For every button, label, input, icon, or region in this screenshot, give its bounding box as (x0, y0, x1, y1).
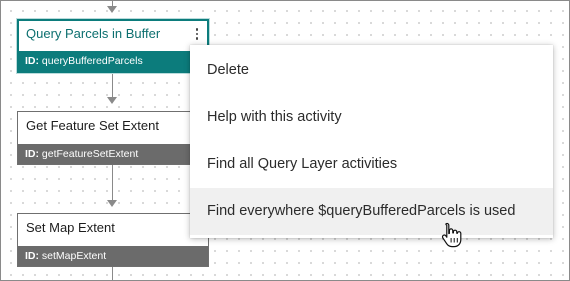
activity-id-value: queryBufferedParcels (41, 55, 143, 67)
activity-title: Get Feature Set Extent (26, 118, 159, 133)
activity-id-value: getFeatureSetExtent (41, 148, 139, 160)
connector-arrow-1-2 (107, 97, 117, 104)
activity-card-query-parcels[interactable]: Query Parcels in Buffer ID: queryBuffere… (17, 19, 209, 73)
connector-bottom (112, 267, 113, 280)
activity-id-label: ID: (25, 148, 42, 160)
activity-title: Query Parcels in Buffer (26, 26, 161, 41)
activity-id-value: setMapExtent (41, 250, 107, 262)
connector-arrow-top (107, 6, 117, 13)
connector-2-3 (112, 165, 113, 201)
context-menu: Delete Help with this activity Find all … (190, 45, 553, 238)
menu-item-find-query-layer[interactable]: Find all Query Layer activities (190, 141, 553, 188)
activity-id-label: ID: (25, 55, 42, 67)
activity-id-bar: ID: getFeatureSetExtent (18, 144, 208, 164)
menu-item-find-everywhere[interactable]: Find everywhere $queryBufferedParcels is… (190, 188, 553, 235)
hand-pointer-icon (441, 222, 462, 248)
activity-card-set-map-extent[interactable]: Set Map Extent ID: setMapExtent (17, 213, 209, 267)
activity-id-bar: ID: queryBufferedParcels (19, 51, 207, 71)
menu-item-help[interactable]: Help with this activity (190, 94, 553, 141)
workflow-canvas[interactable]: Query Parcels in Buffer ID: queryBuffere… (0, 0, 570, 281)
connector-arrow-2-3 (107, 200, 117, 207)
activity-id-bar: ID: setMapExtent (18, 246, 208, 266)
activity-title: Set Map Extent (26, 220, 115, 235)
activity-card-get-feature-set-extent[interactable]: Get Feature Set Extent ID: getFeatureSet… (17, 111, 209, 165)
menu-item-delete[interactable]: Delete (190, 47, 553, 94)
activity-id-label: ID: (25, 250, 42, 262)
connector-1-2 (112, 73, 113, 98)
vertical-ellipsis-icon[interactable] (191, 24, 203, 44)
